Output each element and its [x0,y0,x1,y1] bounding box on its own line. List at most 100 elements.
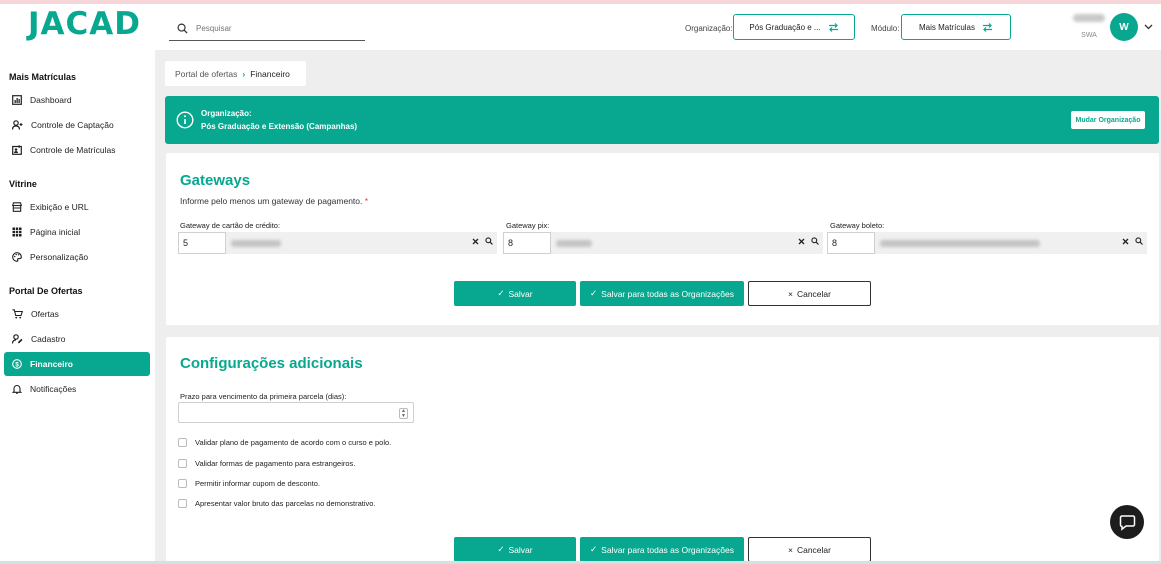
save-all-button-label: Salvar para todas as Organizações [601,288,734,299]
checkbox-cupom-desconto[interactable]: Permitir informar cupom de desconto. [178,479,320,488]
search-icon [177,23,188,34]
search-icon[interactable] [811,237,819,245]
gateway-pix-field: 8 [503,232,823,254]
user-role: SWA [1081,32,1097,39]
sidebar-item-dashboard[interactable]: Dashboard [4,88,150,112]
module-switch-button[interactable]: Mais Matrículas [901,14,1011,40]
jacad-logo[interactable]: JACAD [28,6,141,42]
sidebar-item-label: Controle de Captação [31,120,114,130]
cancel-button-label: Cancelar [796,544,831,555]
svg-text:$: $ [15,361,19,368]
swap-arrows-icon [828,22,838,32]
checkbox-label: Validar plano de pagamento de acordo com… [195,438,392,447]
sidebar-section-title: Portal De Ofertas [9,286,83,296]
sidebar-item-ofertas[interactable]: Ofertas [4,302,150,326]
checkbox-box[interactable] [178,499,187,508]
banner-title: Organização: [201,109,252,118]
checkbox-box[interactable] [178,479,187,488]
sidebar-item-controle-captacao[interactable]: Controle de Captação [4,113,150,137]
gateway-boleto-name [875,232,1147,254]
breadcrumb-parent-link[interactable]: Portal de ofertas [175,69,237,79]
save-button-label: Salvar [508,544,533,555]
sidebar-item-personalizacao[interactable]: Personalização [4,245,150,269]
user-avatar[interactable]: W [1110,13,1138,41]
checkbox-validar-plano[interactable]: Validar plano de pagamento de acordo com… [178,438,391,447]
search-icon[interactable] [1135,237,1143,245]
clear-icon[interactable] [798,238,805,245]
search-icon[interactable] [485,237,493,245]
checkbox-box[interactable] [178,459,187,468]
sidebar-item-exibicao-url[interactable]: Exibição e URL [4,195,150,219]
palette-icon [12,252,22,262]
sidebar-item-notificacoes[interactable]: Notificações [4,377,150,401]
sidebar-item-label: Notificações [30,384,77,394]
clear-icon[interactable] [1122,238,1129,245]
chat-button[interactable] [1110,505,1144,539]
clear-icon[interactable] [472,238,479,245]
search-bar[interactable] [169,16,365,41]
checkbox-valor-bruto[interactable]: Apresentar valor bruto das parcelas no d… [178,499,376,508]
swap-arrows-icon [983,22,992,32]
gateways-hint: Informe pelo menos um gateway de pagamen… [180,196,368,206]
sidebar-item-financeiro[interactable]: $ Financeiro [4,352,150,376]
organization-banner: Organização: Pós Graduação e Extensão (C… [165,96,1159,144]
change-organization-button[interactable]: Mudar Organização [1071,111,1145,129]
redacted-text [880,239,1040,247]
due-days-input[interactable]: ▲ ▼ [178,402,414,423]
gateway-boleto-label: Gateway boleto: [830,221,885,230]
checkbox-box[interactable] [178,438,187,447]
user-name-redacted [1073,14,1105,22]
close-icon: × [788,288,793,299]
gateway-boleto-field: 8 [827,232,1147,254]
checkbox-validar-formas[interactable]: Validar formas de pagamento para estrang… [178,459,355,468]
info-icon [176,111,194,129]
cancel-button-label: Cancelar [796,288,831,299]
save-all-organizations-button[interactable]: ✓ Salvar para todas as Organizações [580,537,744,562]
sidebar-item-cadastro[interactable]: Cadastro [4,327,150,351]
redacted-text [231,239,281,247]
save-button[interactable]: ✓ Salvar [454,537,576,562]
gateway-boleto-code-input[interactable]: 8 [827,232,875,254]
required-mark: * [364,196,369,206]
organization-value: Pós Graduação e ... [749,22,821,32]
bell-icon [12,385,22,394]
breadcrumb: Portal de ofertas › Financeiro [165,61,306,86]
check-icon: ✓ [497,288,505,298]
gateway-credit-name [226,232,497,254]
sidebar-item-pagina-inicial[interactable]: Página inicial [4,220,150,244]
check-icon: ✓ [590,288,598,298]
check-icon: ✓ [497,544,505,554]
gateway-pix-code-input[interactable]: 8 [503,232,551,254]
user-info: SWA [1072,10,1106,42]
gateway-credit-code-input[interactable]: 5 [178,232,226,254]
additional-settings-title: Configurações adicionais [180,355,363,372]
save-all-organizations-button[interactable]: ✓ Salvar para todas as Organizações [580,281,744,306]
save-button[interactable]: ✓ Salvar [454,281,576,306]
organization-label: Organização: [685,24,733,33]
sidebar-item-label: Dashboard [30,95,72,105]
close-icon: × [788,544,793,555]
cancel-button[interactable]: × Cancelar [748,537,871,562]
organization-switch-button[interactable]: Pós Graduação e ... [733,14,855,40]
sidebar-item-label: Página inicial [30,227,81,237]
gateway-pix-label: Gateway pix: [506,221,550,230]
search-input[interactable] [196,23,346,33]
enrollment-icon [12,145,22,155]
top-header: JACAD Organização: Pós Graduação e ... M… [0,4,1161,50]
gateways-hint-text: Informe pelo menos um gateway de pagamen… [180,196,363,206]
chevron-down-icon[interactable] [1144,24,1153,30]
grid-icon [12,227,22,237]
sidebar: Mais Matrículas Dashboard Controle de Ca… [0,50,155,564]
sidebar-item-label: Exibição e URL [30,202,89,212]
sidebar-item-label: Ofertas [31,309,59,319]
chat-bubble-icon [1119,514,1135,531]
chevron-right-icon: › [242,68,246,79]
module-label: Módulo: [871,24,900,33]
dollar-icon: $ [12,359,22,369]
sidebar-item-controle-matriculas[interactable]: Controle de Matrículas [4,138,150,162]
check-icon: ✓ [590,544,598,554]
dashboard-icon [12,95,22,105]
stepper-icon[interactable]: ▲ ▼ [399,408,408,419]
sidebar-item-label: Cadastro [31,334,66,344]
cancel-button[interactable]: × Cancelar [748,281,871,306]
